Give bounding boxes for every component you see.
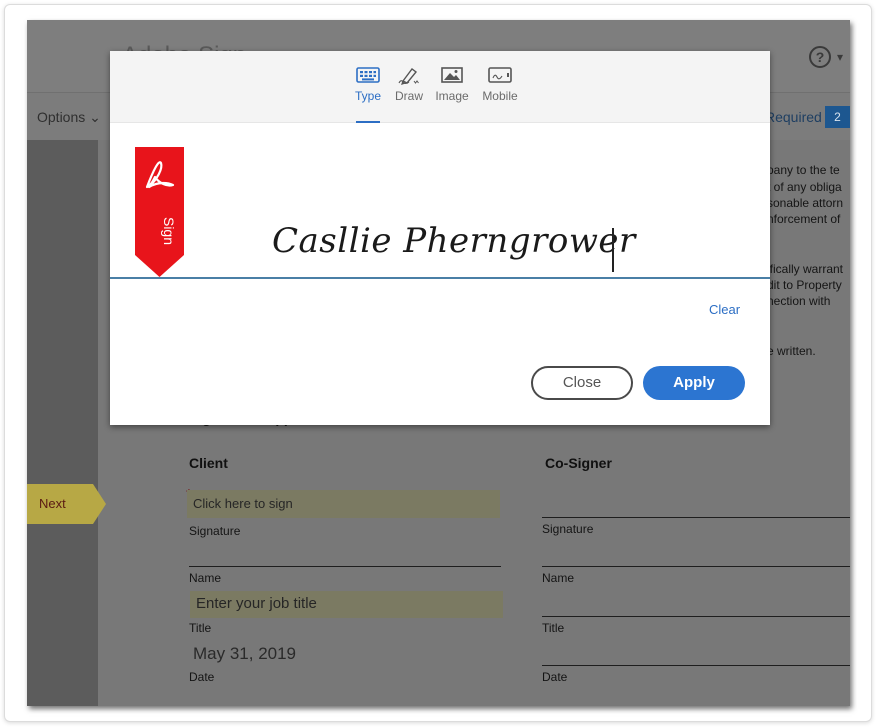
tab-mobile-label: Mobile — [482, 89, 518, 103]
tab-mobile[interactable]: Mobile — [476, 65, 524, 123]
paragraph-fragment: e written. — [767, 344, 816, 358]
client-name-line — [189, 566, 501, 567]
cosigner-name-label: Name — [542, 571, 575, 585]
cosigner-title-line — [542, 616, 850, 617]
client-signature-field[interactable]: Click here to sign — [187, 490, 500, 518]
chevron-down-icon[interactable]: ▾ — [837, 50, 843, 64]
client-heading: Client — [189, 455, 228, 471]
tab-draw-label: Draw — [394, 89, 423, 103]
tab-image[interactable]: Image — [428, 65, 476, 123]
paragraph-fragment: nforcement of — [767, 212, 841, 226]
title-placeholder: Enter your job title — [196, 595, 317, 612]
cosigner-title-label: Title — [542, 621, 565, 635]
text-caret — [612, 228, 614, 272]
tab-draw[interactable]: Draw — [385, 65, 433, 123]
cosigner-signature-line — [542, 517, 850, 518]
close-button[interactable]: Close — [531, 366, 633, 400]
client-title-label: Title — [189, 621, 212, 635]
signature-method-tabs: Type Draw Image Mobile — [110, 51, 770, 123]
pen-icon — [398, 68, 419, 85]
adobe-sign-window: Adobe Sign ? ▾ Options ⌄ Required 2 pany… — [27, 20, 850, 706]
client-signature-label: Signature — [189, 524, 241, 538]
signature-dialog: Type Draw Image Mobile Sign Casllie Pher… — [110, 51, 770, 425]
client-date-value: May 31, 2019 — [193, 644, 297, 663]
paragraph-fragment: sonable attorn — [767, 196, 844, 210]
cosigner-name-line — [542, 566, 850, 567]
keyboard-icon — [356, 67, 380, 83]
options-menu-button[interactable]: Options ⌄ — [37, 109, 101, 126]
client-date-label: Date — [189, 670, 215, 684]
cosigner-date-line — [542, 665, 850, 666]
signature-placeholder: Click here to sign — [193, 496, 293, 511]
clear-link[interactable]: Clear — [709, 302, 740, 317]
required-fields-label: Required — [765, 109, 822, 125]
question-circle-icon[interactable]: ? — [809, 46, 831, 68]
paragraph-fragment: dit to Property — [767, 278, 842, 292]
client-name-label: Name — [189, 571, 222, 585]
mobile-icon — [488, 67, 512, 83]
required-count-badge: 2 — [825, 106, 850, 128]
paragraph-fragment: pany to the te — [767, 163, 840, 177]
apply-button[interactable]: Apply — [643, 366, 745, 400]
left-gutter — [27, 140, 98, 706]
sign-bookmark: Sign — [135, 147, 184, 277]
cosigner-signature-label: Signature — [542, 522, 594, 536]
active-tab-indicator — [356, 121, 380, 123]
next-label[interactable]: Next — [39, 496, 66, 511]
tab-image-label: Image — [435, 89, 469, 103]
paragraph-fragment: ifically warrant — [767, 262, 844, 276]
client-title-field[interactable]: Enter your job title — [190, 591, 503, 618]
paragraph-fragment: t of any obliga — [767, 180, 842, 194]
cosigner-date-label: Date — [542, 670, 568, 684]
signature-baseline — [110, 277, 770, 279]
cosigner-heading: Co-Signer — [545, 455, 612, 471]
typed-signature[interactable]: Casllie Pherngrower — [272, 221, 636, 261]
paragraph-fragment: nection with — [767, 294, 831, 308]
image-icon — [441, 67, 463, 83]
bookmark-label: Sign — [161, 217, 177, 245]
